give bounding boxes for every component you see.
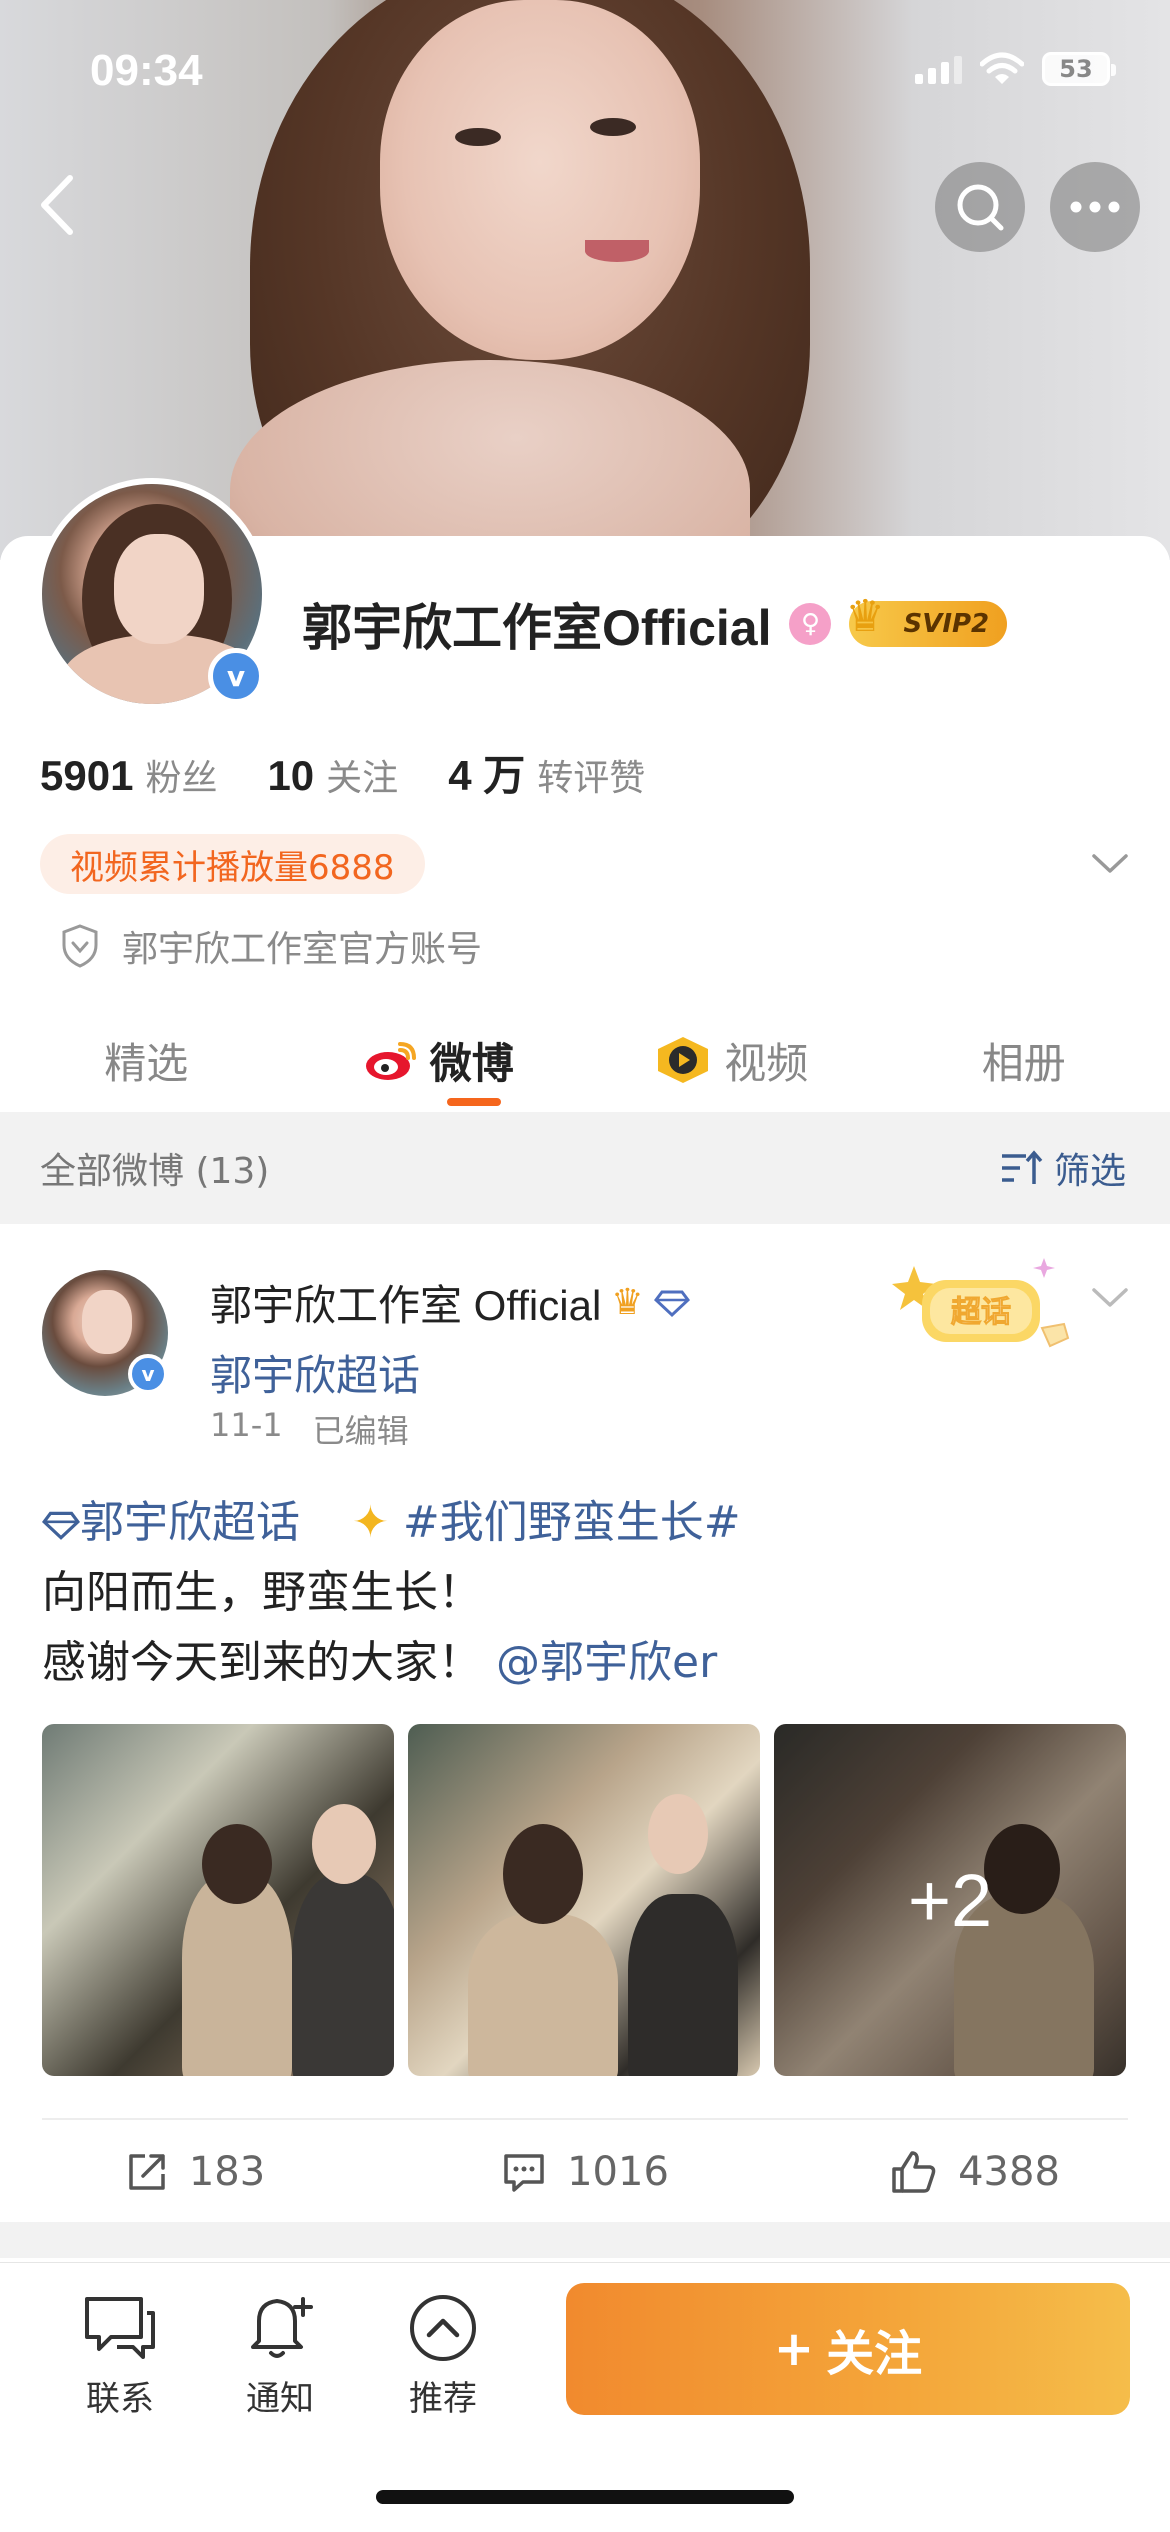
diamond-icon: [41, 1511, 81, 1540]
thumbs-up-icon: [892, 2151, 936, 2193]
shield-icon: [62, 924, 98, 968]
like-button[interactable]: 4388: [780, 2124, 1170, 2220]
filter-button[interactable]: 筛选: [1000, 1142, 1126, 1194]
topic-link[interactable]: 郭宇欣超话: [41, 1497, 300, 1548]
contact-button[interactable]: 联系: [55, 2291, 185, 2420]
crown-icon: ♛: [611, 1282, 644, 1323]
post-actions: 183 1016 4388: [0, 2124, 1170, 2220]
mention-link[interactable]: @郭宇欣er: [496, 1637, 717, 1688]
more-dots-icon: [1070, 201, 1120, 213]
back-icon[interactable]: [30, 168, 90, 242]
post-edited-label: 已编辑: [312, 1412, 409, 1450]
more-photos-count[interactable]: +2: [774, 1724, 1126, 2076]
profile-stats: 5901 粉丝 10 关注 4 万 转评赞: [40, 742, 645, 803]
post-source-topic[interactable]: 郭宇欣超话: [210, 1342, 420, 1403]
notify-button[interactable]: 通知: [215, 2291, 345, 2420]
svip-badge[interactable]: ♛ SVIP2: [845, 591, 1008, 647]
plus-icon: +: [773, 2321, 815, 2377]
post-photo-grid: +2: [42, 1724, 1126, 2076]
tab-video[interactable]: 视频: [585, 1010, 878, 1110]
repost-button[interactable]: 183: [0, 2124, 390, 2220]
video-play-count-tag[interactable]: 视频累计播放量6888: [40, 834, 425, 894]
chevron-down-icon[interactable]: [1090, 848, 1130, 878]
official-account-row: 郭宇欣工作室官方账号: [60, 920, 482, 972]
filter-icon: [1001, 1150, 1043, 1184]
tab-featured[interactable]: 精选: [0, 1010, 293, 1110]
chevron-down-icon[interactable]: [1090, 1282, 1130, 1312]
comment-button[interactable]: 1016: [390, 2124, 780, 2220]
share-icon: [129, 2154, 165, 2190]
stat-interactions[interactable]: 4 万 转评赞: [448, 742, 645, 803]
wifi-icon: [980, 52, 1024, 84]
divider: [42, 2118, 1128, 2120]
comment-icon: [504, 2154, 544, 2192]
super-topic-badge[interactable]: 超话: [892, 1248, 1072, 1358]
profile-tabs: 精选 微博 视频 相册: [0, 1010, 1170, 1110]
search-icon: [957, 184, 1004, 231]
verified-icon: v: [208, 648, 264, 704]
post-card[interactable]: v 郭宇欣工作室 Official ♛ 郭宇欣超话 11-1 已编辑 超话 郭宇…: [0, 1224, 1170, 2220]
post-meta: 11-1 已编辑: [210, 1406, 409, 1452]
post-photo[interactable]: +2: [774, 1724, 1126, 2076]
signal-icon: [915, 54, 962, 84]
status-time: 09:34: [90, 46, 203, 95]
feed-separator: [0, 2222, 1170, 2258]
bell-icon: [251, 2297, 313, 2358]
search-button[interactable]: [935, 162, 1025, 252]
active-tab-indicator: [446, 1098, 501, 1106]
tab-album[interactable]: 相册: [878, 1010, 1170, 1110]
recommend-button[interactable]: 推荐: [378, 2291, 508, 2420]
post-line-2: 向阳而生，野蛮生长！: [42, 1567, 482, 1618]
weibo-icon: [365, 1042, 416, 1080]
status-icons: 53: [915, 52, 1116, 86]
profile-name: 郭宇欣工作室Official: [302, 600, 772, 656]
post-line-3: 感谢今天到来的大家！ @郭宇欣er: [42, 1637, 718, 1688]
stat-following[interactable]: 10 关注: [267, 749, 398, 801]
chat-icon: [85, 2297, 155, 2359]
feed-filter-bar: 全部微博 (13) 筛选: [0, 1112, 1170, 1224]
post-photo[interactable]: [408, 1724, 760, 2076]
post-body: 郭宇欣超话 ✦ #我们野蛮生长# 向阳而生，野蛮生长！ 感谢今天到来的大家！ @…: [41, 1488, 1132, 1698]
shooting-star-icon: ✦: [352, 1497, 389, 1548]
diamond-icon: [653, 1290, 690, 1317]
post-line-1: 郭宇欣超话 ✦ #我们野蛮生长#: [41, 1488, 1132, 1558]
crown-icon: ♛: [845, 591, 885, 642]
super-topic-badge-label: 超话: [951, 1295, 1011, 1330]
post-photo[interactable]: [42, 1724, 394, 2076]
battery-icon: 53: [1042, 52, 1116, 86]
female-icon: ♀: [789, 603, 832, 645]
post-date: 11-1: [210, 1406, 283, 1444]
post-author-row: 郭宇欣工作室 Official ♛: [210, 1272, 690, 1333]
profile-name-row: 郭宇欣工作室Official ♀ ♛ SVIP2: [302, 588, 1008, 660]
official-description: 郭宇欣工作室官方账号: [122, 929, 483, 970]
chevron-up-circle-icon: [410, 2295, 476, 2361]
stat-followers[interactable]: 5901 粉丝: [40, 749, 217, 801]
verified-icon: v: [128, 1354, 168, 1394]
follow-button[interactable]: + 关注: [566, 2283, 1130, 2415]
post-author-name[interactable]: 郭宇欣工作室 Official: [210, 1272, 601, 1333]
tab-weibo[interactable]: 微博: [293, 1010, 586, 1110]
home-indicator[interactable]: [376, 2490, 794, 2504]
more-button[interactable]: [1050, 162, 1140, 252]
all-posts-label: 全部微博 (13): [40, 1151, 270, 1192]
video-icon: [658, 1037, 709, 1083]
hashtag-link[interactable]: #我们野蛮生长#: [403, 1497, 741, 1548]
